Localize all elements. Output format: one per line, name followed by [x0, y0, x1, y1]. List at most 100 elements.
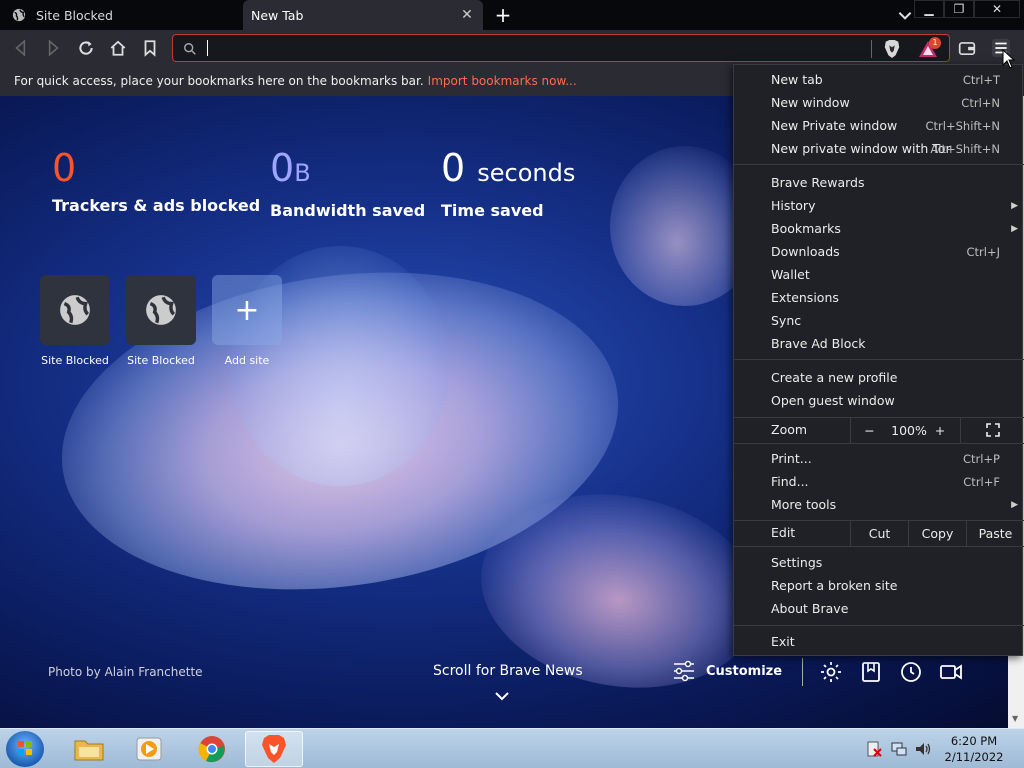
taskbar-file-explorer[interactable]: [60, 731, 118, 767]
taskbar-media-player[interactable]: [120, 731, 178, 767]
forward-icon[interactable]: [44, 39, 62, 57]
photo-credit[interactable]: Photo by Alain Franchette: [48, 665, 203, 679]
top-site-label: Site Blocked: [41, 354, 109, 367]
edit-row: Edit Cut Copy Paste: [734, 520, 1024, 546]
menu-item-new-tor-window[interactable]: New private window with Tor Alt+Shift+N: [734, 137, 1024, 160]
window-controls: ▁ ❐ ✕: [914, 0, 1020, 20]
windows-logo-icon: [18, 741, 32, 755]
menu-item-sync[interactable]: Sync: [734, 309, 1024, 332]
copy-button[interactable]: Copy: [908, 520, 966, 546]
submenu-arrow-icon: ▶: [1011, 499, 1018, 510]
reload-icon[interactable]: [77, 39, 95, 57]
history-icon[interactable]: [899, 660, 923, 684]
scroll-news-label[interactable]: Scroll for Brave News: [433, 663, 583, 679]
fullscreen-icon: [985, 423, 1000, 437]
tab-new-tab[interactable]: New Tab ✕: [243, 0, 483, 30]
paste-button[interactable]: Paste: [966, 520, 1024, 546]
menu-item-label: Create a new profile: [771, 370, 898, 385]
menu-item-about-brave[interactable]: About Brave: [734, 597, 1024, 620]
menu-item-bookmarks[interactable]: Bookmarks ▶: [734, 217, 1024, 240]
zoom-row: Zoom − 100% +: [734, 417, 1024, 443]
video-camera-icon[interactable]: [939, 660, 963, 684]
media-player-icon: [136, 737, 162, 761]
add-site-label: Add site: [224, 354, 270, 367]
top-site-label: Site Blocked: [127, 354, 195, 367]
divider: [871, 40, 872, 58]
submenu-arrow-icon: ▶: [1011, 200, 1018, 211]
rewards-badge: 1: [929, 37, 941, 49]
menu-item-label: Brave Ad Block: [771, 336, 866, 351]
bookmark-icon[interactable]: [141, 39, 159, 57]
menu-item-wallet[interactable]: Wallet: [734, 263, 1024, 286]
top-site-tile[interactable]: [40, 275, 110, 345]
brave-shields-icon[interactable]: [883, 39, 901, 59]
zoom-out-button[interactable]: −: [850, 417, 888, 443]
bookmarks-bar-message: For quick access, place your bookmarks h…: [14, 74, 424, 88]
wallet-icon[interactable]: [958, 39, 976, 57]
action-center-icon[interactable]: [865, 740, 883, 758]
address-bar[interactable]: 1: [172, 34, 950, 62]
zoom-label: Zoom: [771, 422, 808, 437]
menu-shortcut: Ctrl+P: [962, 451, 1000, 466]
stat-trackers: 0 Trackers & ads blocked: [52, 146, 260, 215]
bookmarks-icon[interactable]: [859, 660, 883, 684]
cut-button[interactable]: Cut: [850, 520, 908, 546]
gear-icon[interactable]: [819, 660, 843, 684]
menu-item-guest-window[interactable]: Open guest window: [734, 389, 1024, 412]
menu-item-more-tools[interactable]: More tools ▶: [734, 493, 1024, 516]
chevron-down-icon[interactable]: [896, 6, 914, 24]
fullscreen-button[interactable]: [960, 417, 1024, 443]
stat-label: Bandwidth saved: [270, 201, 426, 220]
volume-icon[interactable]: [914, 740, 932, 758]
customize-button[interactable]: Customize: [672, 660, 782, 682]
taskbar-brave[interactable]: [245, 731, 303, 767]
restore-button[interactable]: ❐: [944, 0, 974, 18]
menu-shortcut: Ctrl+Shift+N: [925, 118, 1000, 133]
menu-item-report-broken-site[interactable]: Report a broken site: [734, 574, 1024, 597]
minimize-button[interactable]: ▁: [914, 0, 944, 18]
clock-date: 2/11/2022: [944, 750, 1004, 764]
import-bookmarks-link[interactable]: Import bookmarks now...: [428, 74, 577, 88]
menu-separator: [734, 443, 1024, 444]
menu-item-new-window[interactable]: New window Ctrl+N: [734, 91, 1024, 114]
home-icon[interactable]: [109, 39, 127, 57]
copy-label: Copy: [921, 525, 954, 541]
new-tab-button[interactable]: +: [493, 3, 513, 27]
menu-item-create-profile[interactable]: Create a new profile: [734, 366, 1024, 389]
menu-item-downloads[interactable]: Downloads Ctrl+J: [734, 240, 1024, 263]
paste-label: Paste: [978, 525, 1013, 541]
menu-separator: [734, 164, 1024, 165]
zoom-value: 100%: [891, 422, 927, 438]
menu-item-exit[interactable]: Exit: [734, 630, 1024, 653]
menu-item-brave-rewards[interactable]: Brave Rewards: [734, 171, 1024, 194]
menu-item-new-private-window[interactable]: New Private window Ctrl+Shift+N: [734, 114, 1024, 137]
address-input[interactable]: [203, 39, 853, 57]
start-button[interactable]: [6, 731, 44, 767]
brave-rewards-button[interactable]: 1: [917, 37, 941, 60]
menu-item-brave-ad-block[interactable]: Brave Ad Block: [734, 332, 1024, 355]
menu-item-new-tab[interactable]: New tab Ctrl+T: [734, 68, 1024, 91]
main-menu: New tab Ctrl+T New window Ctrl+N New Priva…: [733, 64, 1024, 656]
menu-item-label: Find...: [771, 474, 809, 489]
scroll-down-icon[interactable]: ▼: [1012, 714, 1020, 723]
add-site-button[interactable]: +: [212, 275, 282, 345]
menu-item-label: Settings: [771, 555, 823, 570]
menu-item-label: Bookmarks: [771, 221, 841, 236]
menu-separator: [734, 359, 1024, 360]
chevron-down-icon[interactable]: [494, 691, 510, 701]
back-icon[interactable]: [12, 39, 30, 57]
system-clock[interactable]: 6:20 PM 2/11/2022: [944, 733, 1004, 765]
menu-item-find[interactable]: Find... Ctrl+F: [734, 470, 1024, 493]
zoom-in-button[interactable]: +: [930, 417, 950, 443]
tab-site-blocked[interactable]: Site Blocked: [0, 0, 242, 30]
stat-bandwidth: 0B Bandwidth saved: [270, 146, 425, 220]
menu-item-history[interactable]: History ▶: [734, 194, 1024, 217]
close-window-button[interactable]: ✕: [974, 0, 1020, 18]
close-icon[interactable]: ✕: [459, 7, 475, 23]
top-site-tile[interactable]: [126, 275, 196, 345]
menu-item-print[interactable]: Print... Ctrl+P: [734, 447, 1024, 470]
taskbar-chrome[interactable]: [183, 731, 241, 767]
menu-item-settings[interactable]: Settings: [734, 551, 1024, 574]
network-icon[interactable]: [890, 740, 908, 758]
menu-item-extensions[interactable]: Extensions: [734, 286, 1024, 309]
